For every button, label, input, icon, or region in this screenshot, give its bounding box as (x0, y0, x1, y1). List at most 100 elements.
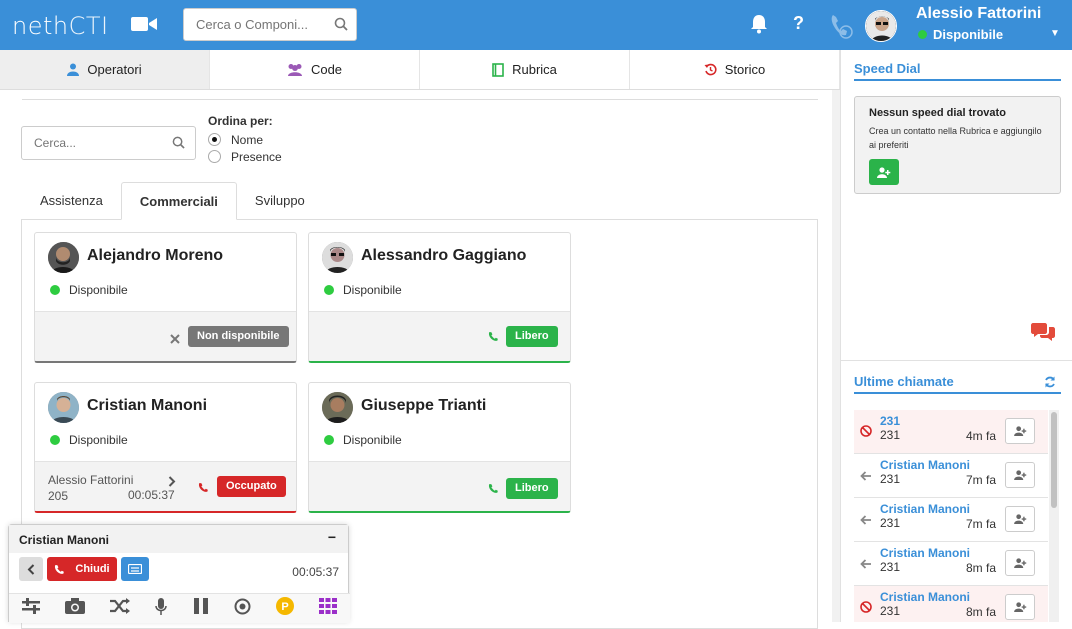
call-name[interactable]: Cristian Manoni (880, 590, 970, 604)
list-item[interactable]: Cristian Manoni 231 8m fa (854, 542, 1048, 586)
app-logo[interactable]: nethCTI (12, 12, 109, 40)
order-label: Ordina per: (208, 114, 273, 128)
call-time: 4m fa (966, 429, 997, 443)
avatar (48, 392, 79, 423)
add-user-button[interactable] (1005, 506, 1035, 532)
call-name[interactable]: Cristian Manoni (880, 458, 970, 472)
tab-operatori[interactable]: Operatori (0, 50, 210, 89)
transfer-icon[interactable] (21, 598, 40, 619)
refresh-icon[interactable] (1044, 375, 1056, 393)
speed-dial-empty-title: Nessun speed dial trovato (869, 107, 1006, 119)
tab-storico[interactable]: Storico (630, 50, 840, 89)
arrow-left-icon (860, 556, 872, 574)
phone-icon[interactable] (828, 12, 854, 45)
keyboard-icon (128, 564, 142, 574)
recent-calls-list: 231 231 4m fa Cristian Manoni 231 7m fa … (854, 410, 1048, 622)
scrollbar-thumb[interactable] (1051, 412, 1057, 508)
call-time: 7m fa (966, 473, 997, 487)
card-footer: Non disponibile (35, 311, 296, 361)
video-call-icon[interactable] (131, 14, 157, 39)
main-tabs: Operatori Code Rubrica Storico (0, 50, 840, 90)
speed-dial-title: Speed Dial (854, 61, 1061, 81)
tab-code[interactable]: Code (210, 50, 420, 89)
add-user-button[interactable] (1005, 462, 1035, 488)
call-number: 231 (880, 516, 901, 530)
keypad-grid-icon[interactable] (319, 598, 338, 619)
pause-icon[interactable] (193, 598, 209, 619)
call-name[interactable]: Cristian Manoni (880, 502, 970, 516)
list-item[interactable]: Cristian Manoni 231 7m fa (854, 498, 1048, 542)
user-status[interactable]: Disponibile (918, 27, 1003, 42)
right-panel: Speed Dial Nessun speed dial trovato Cre… (840, 50, 1072, 622)
global-search-input[interactable] (184, 9, 324, 40)
call-name[interactable]: 231 (880, 414, 900, 428)
phone-icon (55, 564, 65, 574)
operators-search[interactable] (21, 126, 196, 160)
call-info: Alessio Fattorini 205 (48, 472, 133, 504)
add-user-icon (877, 166, 891, 178)
list-item[interactable]: 231 231 4m fa (854, 410, 1048, 454)
list-item[interactable]: Cristian Manoni 231 7m fa (854, 454, 1048, 498)
speed-dial-empty: Nessun speed dial trovato Crea un contat… (854, 96, 1061, 194)
scrollbar[interactable] (1049, 410, 1059, 622)
call-number: 231 (880, 604, 901, 618)
operators-search-input[interactable] (22, 127, 162, 159)
help-icon[interactable]: ? (793, 13, 804, 34)
add-user-button[interactable] (1005, 418, 1035, 444)
radio-presence[interactable] (208, 150, 221, 163)
tab-commerciali[interactable]: Commerciali (120, 182, 237, 220)
list-item[interactable]: Cristian Manoni 231 8m fa (854, 586, 1048, 622)
user-icon (67, 63, 80, 76)
user-name[interactable]: Alessio Fattorini (916, 5, 1041, 23)
recent-calls-title: Ultime chiamate (854, 374, 1061, 394)
top-bar: nethCTI ? Alessio Fattorini Disponibile … (0, 0, 1072, 50)
record-icon[interactable] (234, 598, 251, 620)
shuffle-icon[interactable] (110, 598, 131, 619)
keypad-button[interactable] (121, 557, 149, 581)
operator-card[interactable]: Cristian Manoni Disponibile Alessio Fatt… (34, 382, 297, 513)
search-icon[interactable] (172, 136, 185, 154)
search-icon[interactable] (334, 17, 348, 36)
global-search[interactable] (183, 8, 357, 41)
radio-nome[interactable] (208, 133, 221, 146)
chat-icon[interactable] (1031, 322, 1055, 347)
chevron-right-icon[interactable] (168, 474, 176, 492)
avatar (48, 242, 79, 273)
order-option-nome[interactable]: Nome (208, 131, 282, 148)
add-user-button[interactable] (1005, 594, 1035, 620)
hangup-button[interactable]: Chiudi (47, 557, 117, 581)
add-contact-button[interactable] (869, 159, 899, 185)
scrollbar[interactable] (832, 90, 840, 622)
status-dot (918, 30, 927, 39)
status-dot (324, 435, 334, 445)
phone-icon (488, 481, 499, 499)
operator-name: Cristian Manoni (87, 397, 208, 414)
tab-sviluppo[interactable]: Sviluppo (237, 182, 323, 220)
minimize-button[interactable]: − (328, 529, 336, 545)
back-button[interactable] (19, 557, 43, 581)
operator-card[interactable]: Alejandro Moreno Disponibile Non disponi… (34, 232, 297, 363)
order-option-presence[interactable]: Presence (208, 148, 282, 165)
add-user-button[interactable] (1005, 550, 1035, 576)
book-icon (492, 62, 504, 77)
call-with: Alessio Fattorini (48, 473, 134, 487)
status-badge: Libero (506, 326, 558, 347)
phone-icon (488, 329, 499, 347)
user-avatar[interactable] (865, 10, 897, 42)
bell-icon[interactable] (750, 14, 768, 39)
operator-card[interactable]: Alessandro Gaggiano Disponibile Libero (308, 232, 571, 363)
operator-card[interactable]: Giuseppe Trianti Disponibile Libero (308, 382, 571, 513)
phone-icon (198, 480, 209, 498)
camera-icon[interactable] (64, 598, 85, 619)
chevron-left-icon (27, 563, 35, 575)
parking-icon[interactable]: P (276, 597, 295, 620)
arrow-left-icon (860, 512, 872, 530)
call-name[interactable]: Cristian Manoni (880, 546, 970, 560)
missed-call-icon (860, 424, 872, 442)
microphone-icon[interactable] (155, 597, 168, 620)
tab-assistenza[interactable]: Assistenza (22, 182, 121, 220)
users-icon (287, 64, 302, 76)
chevron-down-icon[interactable]: ▼ (1050, 28, 1060, 39)
tab-rubrica[interactable]: Rubrica (420, 50, 630, 89)
arrow-left-icon (860, 468, 872, 486)
